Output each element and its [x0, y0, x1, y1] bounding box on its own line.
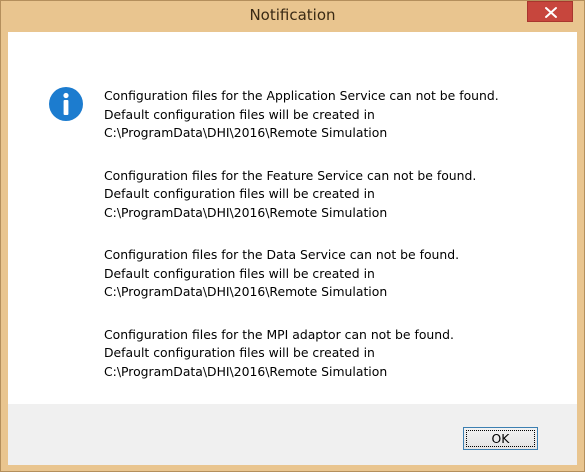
- message-line: Default configuration files will be crea…: [104, 186, 375, 201]
- close-button[interactable]: [527, 1, 573, 22]
- close-icon: [545, 7, 557, 18]
- message-mpi-adaptor: Configuration files for the MPI adaptor …: [104, 326, 564, 382]
- info-icon: [49, 87, 83, 121]
- message-line: Default configuration files will be crea…: [104, 106, 375, 122]
- button-bar: OK: [8, 404, 577, 465]
- message-feature-service: Configuration files for the Feature Serv…: [104, 167, 564, 223]
- message-line: C:\ProgramData\DHI\2016\Remote Simulatio…: [104, 284, 388, 299]
- message-line: C:\ProgramData\DHI\2016\Remote Simulatio…: [104, 363, 388, 379]
- message-line: Configuration files for the Application …: [104, 88, 499, 103]
- message-line: Default configuration files will be crea…: [104, 265, 375, 281]
- notification-dialog: Notification Configuration files for the…: [0, 0, 585, 472]
- message-line: Configuration files for the Feature Serv…: [104, 167, 477, 183]
- message-data-service: Configuration files for the Data Service…: [104, 246, 564, 302]
- message-application-service: Configuration files for the Application …: [104, 87, 564, 143]
- message-line: Configuration files for the MPI adaptor …: [104, 326, 454, 342]
- message-line: C:\ProgramData\DHI\2016\Remote Simulatio…: [104, 125, 388, 140]
- title-bar[interactable]: Notification: [1, 1, 584, 32]
- message-line: Configuration files for the Data Service…: [104, 247, 460, 262]
- message-line: Default configuration files will be crea…: [104, 345, 375, 360]
- message-line: C:\ProgramData\DHI\2016\Remote Simulatio…: [104, 204, 388, 220]
- dialog-client-area: Configuration files for the Application …: [8, 32, 577, 465]
- message-list: Configuration files for the Application …: [104, 87, 564, 405]
- dialog-title: Notification: [249, 6, 336, 24]
- ok-button[interactable]: OK: [463, 427, 538, 450]
- message-area: Configuration files for the Application …: [8, 32, 577, 404]
